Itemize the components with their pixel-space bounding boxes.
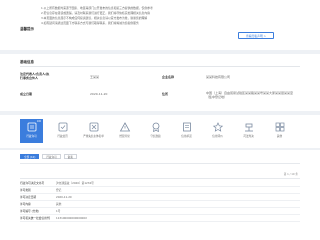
row-key: 许可类别 xyxy=(20,188,31,192)
company-name-label: 企业名称 xyxy=(162,75,175,79)
divider xyxy=(20,66,300,67)
tab-other[interactable]: 其他 xyxy=(268,119,291,143)
detail-table: 行政许可决定文书号 沪交通运政〔2020〕第1232号 许可类别 登记 许可决定日期… xyxy=(20,180,300,222)
table-row: 许可内容 其他 xyxy=(20,201,300,208)
notice-label: 温馨提示 xyxy=(20,27,34,31)
tab-judicial-judgment[interactable]: 司法判决 xyxy=(237,119,260,143)
address-value: 中国（上海）自由贸易试验区某某路某某号某某大厦某某层某某室（集中登记地） xyxy=(206,91,294,99)
chevron-right-icon: > xyxy=(263,34,267,38)
tab-label: 信用承诺 xyxy=(181,135,192,138)
privacy-statement-button[interactable]: 查看隐私声明 > xyxy=(238,32,274,39)
filter-chip-all[interactable]: 全部 (10) xyxy=(20,154,40,159)
tab-abnormal-operation[interactable]: 经营异常 xyxy=(113,119,136,143)
tab-label: 经营异常 xyxy=(119,135,130,138)
tab-label: 行政许可 xyxy=(26,135,37,138)
company-name-value: 某某科技有限公司 xyxy=(206,75,231,79)
row-value: 11310000000000000X xyxy=(56,216,87,220)
blacklist-icon xyxy=(89,122,98,132)
tab-administrative-penalty[interactable]: 行政处罚 xyxy=(51,119,74,143)
tab-administrative-license[interactable]: 100 行政许可 xyxy=(20,119,43,143)
tab-blacklist[interactable]: 严重失信主体名单 xyxy=(82,119,105,143)
table-row: 许可类别 登记 xyxy=(20,187,300,194)
license-icon xyxy=(27,122,36,132)
established-label: 成立日期 xyxy=(20,92,33,96)
address-label: 住所 xyxy=(162,92,169,96)
category-tabs: 100 行政许可 行政处罚 严重失信主体名单 经营异常 守信激励 信用承诺 信用… xyxy=(0,115,320,148)
evaluation-icon xyxy=(212,122,223,132)
tab-label: 司法判决 xyxy=(243,135,254,138)
tab-label: 严重失信主体名单 xyxy=(83,135,104,138)
legal-rep-value: 王某某 xyxy=(90,75,100,79)
table-row: 许可编号 (分类) 1号 xyxy=(20,208,300,215)
row-value: 沪交通运政〔2020〕第1232号 xyxy=(56,181,94,185)
pagination[interactable]: 第 1 / 10 条 xyxy=(284,172,298,176)
judgment-icon xyxy=(244,123,253,132)
reward-icon xyxy=(152,122,159,132)
other-icon xyxy=(275,122,284,132)
row-key: 许可内容 xyxy=(20,202,31,206)
row-value: 2020-11-20 xyxy=(56,195,72,199)
tab-credit-commitment[interactable]: 信用承诺 xyxy=(175,119,198,143)
notice-text: 1.以上所有数据均来源于国家、地区等部门公开发布的信息和第三方提供的数据，仅供参… xyxy=(41,6,306,26)
table-row: 许可机关统一社会信用代码 11310000000000000X xyxy=(20,215,300,222)
legal-rep-label: 法定代表人/负责人/执行事务合伙人 xyxy=(20,72,50,80)
row-value: 其他 xyxy=(56,202,62,206)
basic-info-title: 基础信息 xyxy=(20,60,34,64)
tab-count-badge: 100 xyxy=(36,120,41,123)
tab-credit-reward[interactable]: 守信激励 xyxy=(144,119,167,143)
tab-credit-evaluation[interactable]: 信用评价 xyxy=(206,119,229,143)
row-value: 登记 xyxy=(56,188,62,192)
established-value: 2020-11-20 xyxy=(90,92,108,96)
tab-label: 守信激励 xyxy=(150,135,161,138)
abnormal-icon xyxy=(119,122,130,132)
penalty-icon xyxy=(58,122,67,132)
filter-chip-license[interactable]: 行政许可 xyxy=(42,154,61,159)
privacy-statement-label: 查看隐私声明 xyxy=(245,34,263,38)
row-key: 许可编号 (分类) xyxy=(20,209,40,213)
filter-chip-record[interactable]: 备案 xyxy=(63,154,77,159)
divider xyxy=(20,178,300,179)
notice-line: 4.如有疑问请通过页面下方联系方式与我们取得联系，我们将竭诚为您提供服务 xyxy=(41,21,139,25)
detail-pane: 全部 (10) 行政许可 备案 第 1 / 10 条 行政许可决定文书号 沪交通运… xyxy=(0,150,320,240)
table-row: 许可决定日期 2020-11-20 xyxy=(20,194,300,201)
row-key: 行政许可决定文书号 xyxy=(20,181,45,185)
filter-chips: 全部 (10) 行政许可 备案 xyxy=(20,154,79,160)
notice-panel: 温馨提示 1.以上所有数据均来源于国家、地区等部门公开发布的信息和第三方提供的数… xyxy=(0,0,320,50)
divider xyxy=(20,163,300,164)
tab-label: 其他 xyxy=(276,135,283,138)
row-key: 许可决定日期 xyxy=(20,195,37,199)
commitment-icon xyxy=(182,122,191,132)
tab-label: 信用评价 xyxy=(212,135,223,138)
row-key: 许可机关统一社会信用代码 xyxy=(20,216,50,220)
basic-info-panel: 基础信息 法定代表人/负责人/执行事务合伙人 王某某 企业名称 某某科技有限公司… xyxy=(0,54,320,111)
row-value: 1号 xyxy=(56,209,61,213)
tab-label: 行政处罚 xyxy=(57,135,68,138)
table-row: 行政许可决定文书号 沪交通运政〔2020〕第1232号 xyxy=(20,180,300,187)
